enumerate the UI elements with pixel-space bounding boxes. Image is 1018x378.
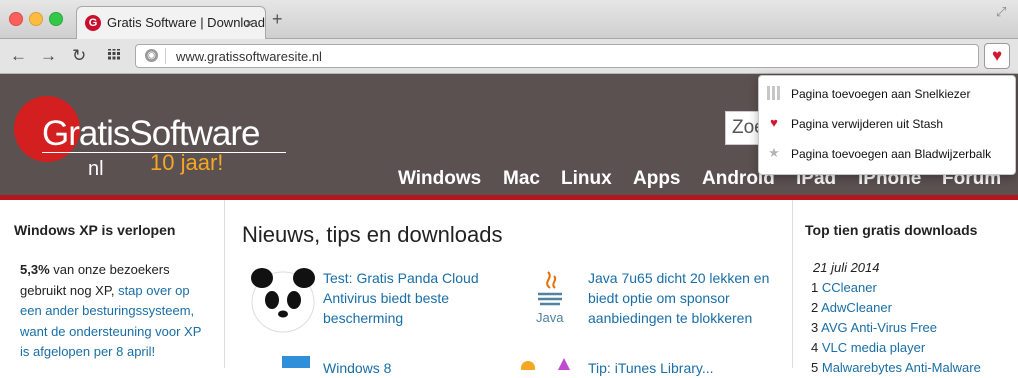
article-link[interactable]: Java 7u65 dicht 20 lekken en biedt optie…: [588, 268, 773, 328]
java-logo-image[interactable]: Java: [530, 268, 570, 328]
site-favicon-icon: G: [85, 15, 101, 31]
top-downloads-heading: Top tien gratis downloads: [805, 222, 978, 238]
right-sidebar: Top tien gratis downloads 21 juli 2014 1…: [792, 200, 1018, 375]
nav-linux[interactable]: Linux: [561, 168, 612, 190]
list-item[interactable]: 1 CCleaner: [811, 278, 981, 298]
site-logo[interactable]: GratisSoftware: [42, 114, 260, 154]
article-link-partial[interactable]: Windows 8: [323, 360, 391, 376]
speed-dial-icon[interactable]: [108, 49, 120, 61]
menu-item-label: Pagina toevoegen aan Bladwijzerbalk: [791, 147, 992, 161]
logo-anniversary: 10 jaar!: [150, 150, 224, 175]
nav-apps[interactable]: Apps: [633, 168, 681, 190]
minimize-window-button[interactable]: [29, 12, 43, 26]
address-url[interactable]: www.gratissoftwaresite.nl: [176, 49, 322, 64]
star-icon: ★: [768, 145, 780, 160]
article-link-partial[interactable]: Tip: iTunes Library...: [588, 360, 714, 376]
panda-image[interactable]: [248, 264, 318, 334]
browser-titlebar: G Gratis Software | Download × + ⤢: [0, 0, 1018, 39]
forward-button[interactable]: →: [40, 46, 57, 66]
left-heading: Windows XP is verlopen: [14, 222, 176, 238]
stash-dropdown-menu: Pagina toevoegen aan Snelkiezer ♥ Pagina…: [758, 75, 1016, 175]
nav-windows[interactable]: Windows: [398, 168, 481, 190]
speed-dial-icon: [767, 86, 781, 100]
close-window-button[interactable]: [9, 12, 23, 26]
windows-icon[interactable]: [282, 356, 310, 368]
svg-text:Java: Java: [536, 310, 564, 325]
address-bar[interactable]: ◉ www.gratissoftwaresite.nl: [135, 44, 979, 68]
browser-tab[interactable]: G Gratis Software | Download ×: [76, 6, 266, 39]
fullscreen-icon[interactable]: ⤢: [996, 4, 1006, 20]
menu-item-label: Pagina verwijderen uit Stash: [791, 117, 944, 131]
back-button[interactable]: ←: [10, 46, 27, 66]
menu-item-remove-stash[interactable]: ♥ Pagina verwijderen uit Stash: [759, 110, 1015, 138]
article-link[interactable]: Test: Gratis Panda Cloud Antivirus biedt…: [323, 268, 513, 328]
itunes-icon[interactable]: [520, 358, 570, 370]
top-downloads-list: 1 CCleaner 2 AdwCleaner 3 AVG Anti-Virus…: [811, 278, 981, 378]
tab-close-icon[interactable]: ×: [245, 15, 253, 31]
browser-toolbar: ← → ↻ ◉ www.gratissoftwaresite.nl ♥: [0, 39, 1018, 74]
tab-title: Gratis Software | Download: [107, 15, 265, 30]
stash-heart-button[interactable]: ♥: [984, 43, 1010, 69]
main-title: Nieuws, tips en downloads: [242, 222, 503, 247]
reload-button[interactable]: ↻: [72, 46, 86, 66]
logo-suffix: nl: [88, 158, 104, 180]
menu-item-speed-dial[interactable]: Pagina toevoegen aan Snelkiezer: [759, 80, 1015, 108]
menu-item-label: Pagina toevoegen aan Snelkiezer: [791, 87, 971, 101]
menu-item-bookmark-bar[interactable]: ★ Pagina toevoegen aan Bladwijzerbalk: [759, 140, 1015, 168]
top-downloads-date: 21 juli 2014: [813, 260, 880, 275]
list-item[interactable]: 2 AdwCleaner: [811, 298, 981, 318]
zoom-window-button[interactable]: [49, 12, 63, 26]
list-item[interactable]: 4 VLC media player: [811, 338, 981, 358]
new-tab-button[interactable]: +: [272, 10, 283, 28]
address-divider: [165, 48, 166, 64]
xp-notice: 5,3% van onze bezoekers gebruikt nog XP,…: [20, 260, 214, 363]
left-sidebar: Windows XP is verlopen 5,3% van onze bez…: [0, 200, 225, 368]
list-item[interactable]: 5 Malwarebytes Anti-Malware: [811, 358, 981, 378]
nav-mac[interactable]: Mac: [503, 168, 540, 190]
xp-percentage: 5,3%: [20, 262, 50, 277]
list-item[interactable]: 3 AVG Anti-Virus Free: [811, 318, 981, 338]
heart-icon: ♥: [770, 115, 778, 130]
globe-icon: ◉: [145, 49, 158, 62]
